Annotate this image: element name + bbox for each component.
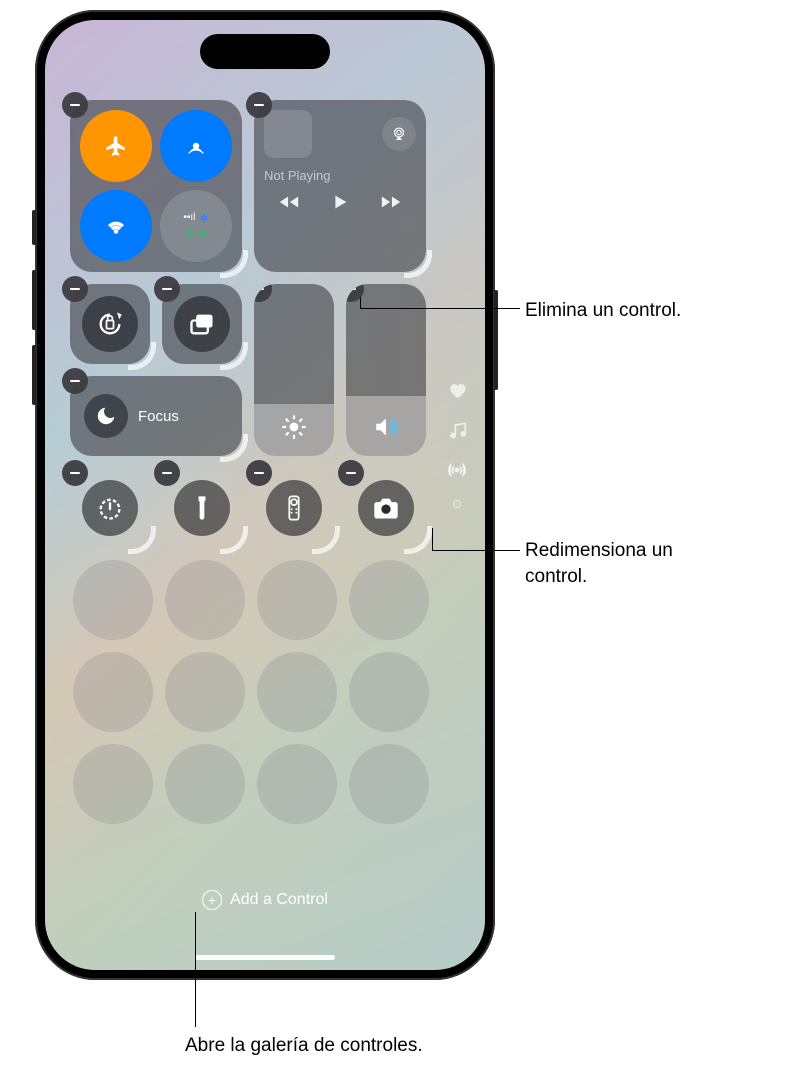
flashlight-tile[interactable] (162, 468, 242, 548)
volume-icon (373, 414, 399, 440)
airplane-mode-button[interactable] (80, 110, 152, 182)
remove-badge[interactable] (62, 92, 88, 118)
orientation-lock-tile[interactable] (70, 284, 150, 364)
power-button (494, 290, 498, 390)
add-control-label: Add a Control (230, 891, 328, 909)
orientation-lock-icon (96, 310, 124, 338)
connectivity-tile[interactable]: ••ıl✱ ⊕⊛ (70, 100, 242, 272)
resize-handle[interactable] (404, 250, 432, 278)
wifi-icon (105, 215, 127, 237)
timer-tile[interactable] (70, 468, 150, 548)
volume-down-button (32, 345, 36, 405)
volume-slider[interactable] (346, 284, 426, 456)
callout-line (432, 528, 433, 550)
camera-tile[interactable] (346, 468, 426, 548)
forward-icon[interactable] (380, 191, 402, 213)
media-tile[interactable]: Not Playing (254, 100, 426, 272)
page-indicator[interactable] (447, 380, 467, 508)
wifi-button[interactable] (80, 190, 152, 262)
cellular-bluetooth-hotspot-button[interactable]: ••ıl✱ ⊕⊛ (160, 190, 232, 262)
iphone-frame: ••ıl✱ ⊕⊛ Not Playing (35, 10, 495, 980)
camera-icon (372, 494, 400, 522)
dynamic-island (200, 34, 330, 69)
callout-line (432, 550, 520, 551)
resize-handle[interactable] (220, 250, 248, 278)
home-indicator[interactable] (195, 955, 335, 960)
remote-icon (280, 494, 308, 522)
empty-slot[interactable] (73, 744, 153, 824)
moon-icon (95, 405, 117, 427)
callout-resize: Redimensiona un control. (525, 538, 725, 589)
plus-icon: + (202, 890, 222, 910)
remove-badge[interactable] (154, 276, 180, 302)
focus-label: Focus (138, 408, 179, 425)
remote-tile[interactable] (254, 468, 334, 548)
remove-badge[interactable] (62, 368, 88, 394)
media-header (264, 110, 416, 158)
music-note-icon[interactable] (447, 420, 467, 440)
airplane-icon (105, 135, 127, 157)
volume-up-button (32, 270, 36, 330)
empty-slot[interactable] (257, 560, 337, 640)
remove-badge[interactable] (338, 460, 364, 486)
remove-badge[interactable] (62, 460, 88, 486)
callout-remove: Elimina un control. (525, 298, 681, 324)
empty-slot[interactable] (257, 652, 337, 732)
flashlight-icon (188, 494, 216, 522)
screen-mirror-icon (188, 310, 216, 338)
screen: ••ıl✱ ⊕⊛ Not Playing (45, 20, 485, 970)
rewind-icon[interactable] (278, 191, 300, 213)
empty-slot[interactable] (165, 560, 245, 640)
remove-badge[interactable] (62, 276, 88, 302)
resize-handle[interactable] (220, 342, 248, 370)
remove-badge[interactable] (346, 284, 364, 302)
page-dot[interactable] (453, 500, 461, 508)
empty-slot[interactable] (165, 652, 245, 732)
empty-slot[interactable] (349, 652, 429, 732)
add-control-button[interactable]: + Add a Control (202, 890, 328, 910)
mute-switch (32, 210, 36, 245)
timer-icon (96, 494, 124, 522)
empty-slots (73, 560, 429, 824)
callout-line (360, 308, 520, 309)
album-art-placeholder (264, 110, 312, 158)
brightness-icon (281, 414, 307, 440)
empty-slot[interactable] (349, 560, 429, 640)
play-icon[interactable] (329, 191, 351, 213)
remove-badge[interactable] (246, 92, 272, 118)
empty-slot[interactable] (73, 652, 153, 732)
airplay-button[interactable] (382, 117, 416, 151)
control-center-grid: ••ıl✱ ⊕⊛ Not Playing (70, 100, 430, 548)
callout-line (195, 912, 196, 1027)
resize-handle[interactable] (220, 434, 248, 462)
heart-icon[interactable] (447, 380, 467, 400)
remove-badge[interactable] (154, 460, 180, 486)
empty-slot[interactable] (257, 744, 337, 824)
callout-gallery: Abre la galería de controles. (185, 1033, 423, 1059)
media-status-text: Not Playing (264, 168, 416, 183)
empty-slot[interactable] (73, 560, 153, 640)
callout-line (360, 297, 361, 308)
airdrop-button[interactable] (160, 110, 232, 182)
screen-mirror-tile[interactable] (162, 284, 242, 364)
media-controls (264, 191, 416, 213)
empty-slot[interactable] (165, 744, 245, 824)
connectivity-grid: ••ıl✱ ⊕⊛ (70, 100, 242, 272)
focus-tile[interactable]: Focus (70, 376, 242, 456)
antenna-icon[interactable] (447, 460, 467, 480)
remove-badge[interactable] (246, 460, 272, 486)
resize-handle[interactable] (128, 342, 156, 370)
empty-slot[interactable] (349, 744, 429, 824)
airdrop-icon (185, 135, 207, 157)
remove-badge[interactable] (254, 284, 272, 302)
brightness-slider[interactable] (254, 284, 334, 456)
mini-icons: ••ıl✱ ⊕⊛ (183, 212, 208, 240)
airplay-icon (390, 125, 408, 143)
